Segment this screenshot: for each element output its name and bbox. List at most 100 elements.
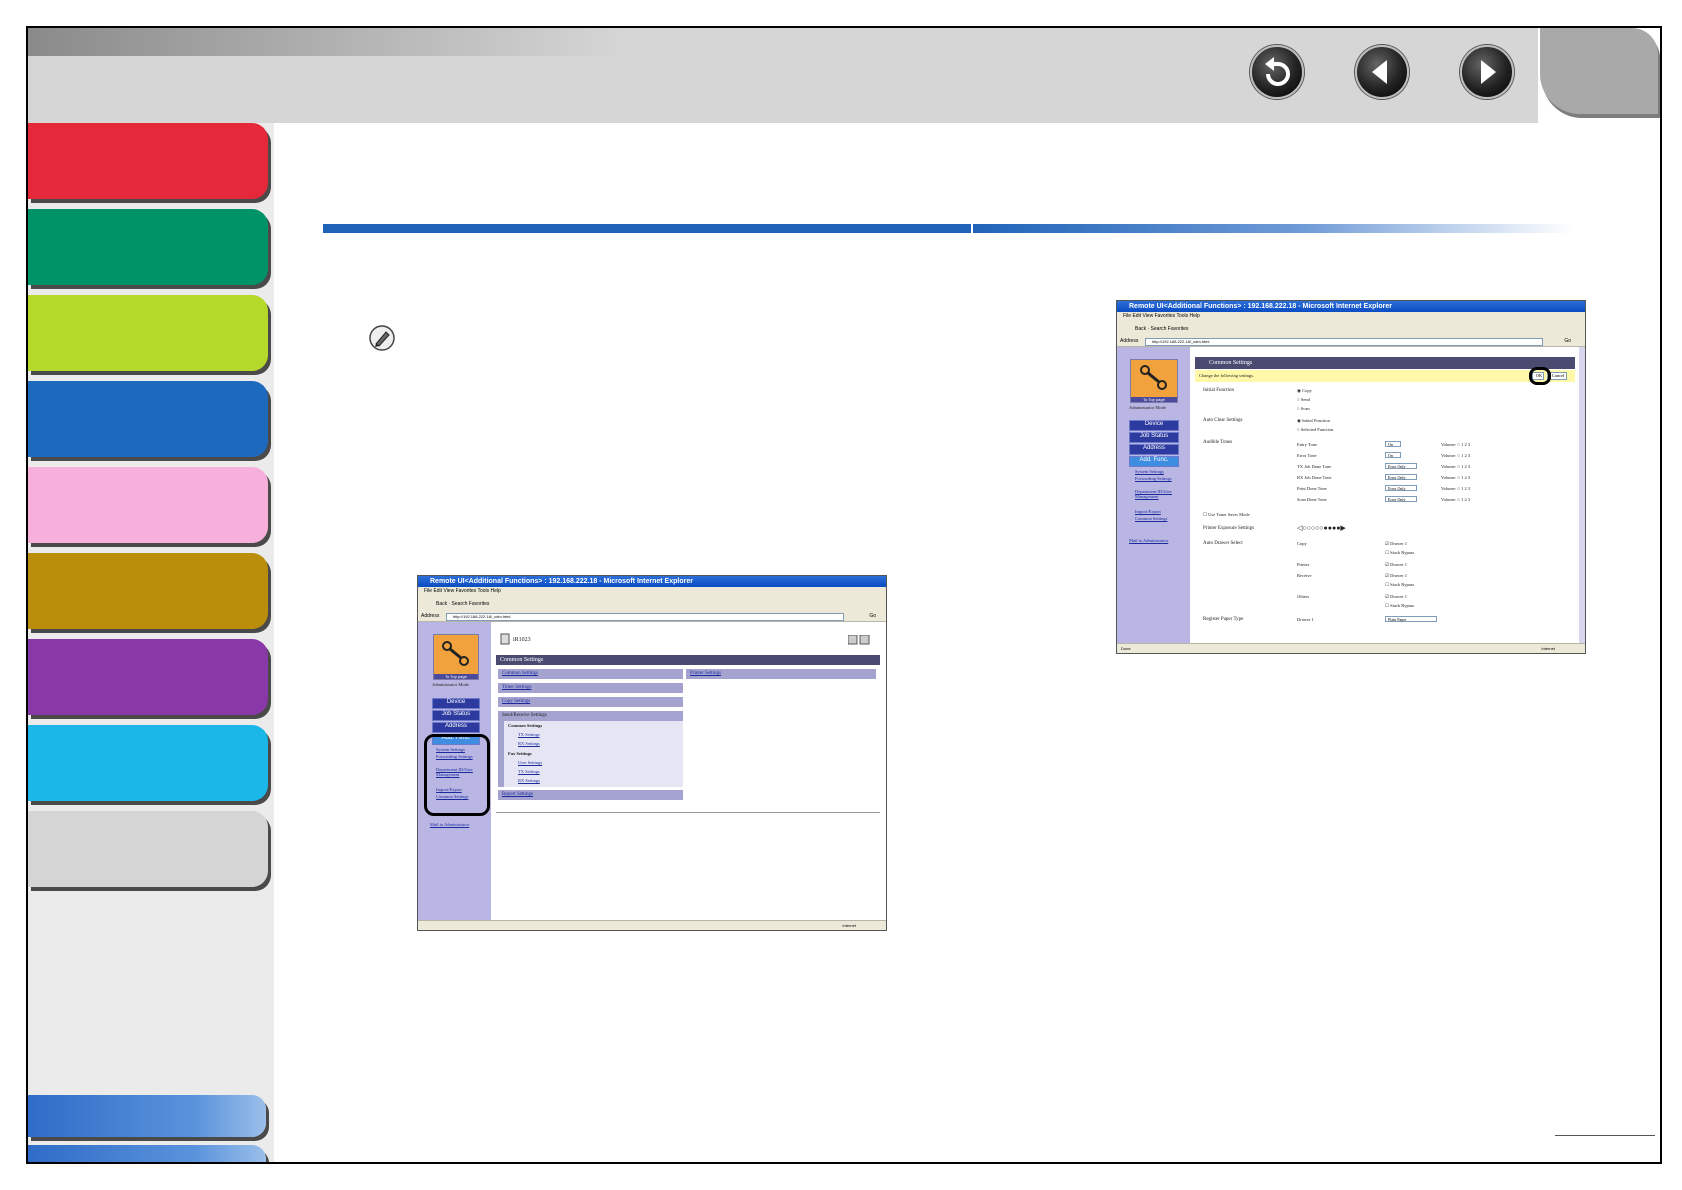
drawer-option: ☑ Drawer 1	[1385, 594, 1408, 599]
address-field: http://192.168.222.18/_cdm.html	[446, 613, 844, 621]
initial-function-send: ○ Send	[1297, 397, 1310, 402]
remote-ui-logo: To Top page	[433, 634, 479, 680]
exposure-slider: ◁○○○○○●●●●▶	[1297, 524, 1346, 532]
volume-levels: 1 2 3	[1461, 453, 1471, 458]
drawer-group-receive: Receive	[1297, 573, 1312, 578]
option-label: Selected Function	[1300, 427, 1334, 432]
address-field: http://192.168.222.18/_cdm.html	[1145, 338, 1543, 346]
initial-function-scan: ○ Scan	[1297, 406, 1310, 411]
option-label: Scan	[1300, 406, 1310, 411]
common-rx-link: RX Settings	[518, 741, 540, 746]
chapter-tab-3[interactable]	[28, 295, 268, 371]
nav-device: Device	[432, 698, 480, 709]
volume-label: Volume:	[1441, 475, 1457, 480]
toolbar: Back · Search Favorites	[1117, 321, 1585, 338]
device-logo-icon	[442, 641, 469, 666]
timer-settings-bar: Timer Settings	[498, 683, 683, 693]
nav-address: Address	[432, 722, 480, 733]
printer-icon	[500, 633, 510, 645]
volume-levels: 1 2 3	[1461, 497, 1471, 502]
heading-rule-left	[323, 224, 971, 233]
page-corner-tab[interactable]	[1540, 28, 1658, 114]
mail-to-admin-link: Mail to Administrator	[1129, 538, 1169, 543]
link-import-export: Import/Export	[1135, 509, 1161, 514]
nav-add-func: Add. Func.	[1129, 456, 1179, 467]
chapter-sidebar	[28, 123, 274, 1162]
volume-label: Volume:	[1441, 464, 1457, 469]
volume-row: Volume: ○ 1 2 3	[1441, 442, 1471, 447]
chapter-tab-7[interactable]	[28, 639, 268, 715]
menu-bar: File Edit View Favorites Tools Help	[418, 587, 886, 596]
volume-row: Volume: ○ 1 2 3	[1441, 497, 1471, 502]
status-zone: Internet	[842, 923, 856, 928]
index-tab[interactable]	[28, 1145, 266, 1162]
nav-job-status: Job Status	[1129, 432, 1179, 443]
previous-page-button[interactable]	[1355, 45, 1409, 99]
audible-tones-label: Audible Tones	[1203, 440, 1233, 445]
option-label: Drawer 1	[1390, 594, 1408, 599]
drawer-group-printer: Printer	[1297, 562, 1310, 567]
chapter-tab-1[interactable]	[28, 123, 268, 199]
chapter-tab-4[interactable]	[28, 381, 268, 457]
volume-row: Volume: ○ 1 2 3	[1441, 453, 1471, 458]
tone-select: On	[1385, 441, 1401, 447]
page-number-rule	[1555, 1135, 1655, 1136]
left-triangle-icon	[1372, 60, 1387, 84]
return-arrow-icon	[1265, 57, 1290, 86]
top-bar-gradient	[28, 28, 628, 56]
fax-user-link: User Settings	[518, 760, 543, 765]
scrollbar	[1579, 347, 1585, 644]
address-label: Address	[1120, 338, 1139, 344]
chapter-tab-2[interactable]	[28, 209, 268, 285]
auto-clear-selected: ○ Selected Function	[1297, 427, 1334, 432]
nav-job-status: Job Status	[432, 710, 480, 721]
chapter-tab-9[interactable]	[28, 811, 268, 887]
option-label: Stack Bypass	[1390, 550, 1415, 555]
tone-name: Print Done Tone	[1297, 486, 1327, 491]
option-label: Initial Function	[1302, 418, 1330, 423]
next-page-button[interactable]	[1460, 45, 1514, 99]
window-title: Remote UI<Additional Functions> : 192.16…	[418, 576, 886, 587]
mode-label: Administrator Mode	[1129, 405, 1166, 410]
screenshot-common-settings-menu: Remote UI<Additional Functions> : 192.16…	[417, 575, 887, 931]
chapter-tab-8[interactable]	[28, 725, 268, 801]
page-title-bar: Common Settings	[1195, 357, 1575, 369]
chapter-tab-6[interactable]	[28, 553, 268, 629]
menu-bar: File Edit View Favorites Tools Help	[1117, 312, 1585, 321]
register-paper-label: Register Paper Type	[1203, 617, 1244, 622]
auto-clear-initial: ◉ Initial Function	[1297, 418, 1330, 423]
toner-saver-checkbox: ☐ Use Toner Saver Mode	[1203, 512, 1250, 517]
option-label: Stack Bypass	[1390, 603, 1415, 608]
tone-name: TX Job Done Tone	[1297, 464, 1332, 469]
auto-clear-label: Auto Clear Settings	[1203, 418, 1243, 423]
drawer-group-copy: Copy	[1297, 541, 1307, 546]
volume-label: Volume:	[1441, 497, 1457, 502]
status-zone: Internet	[1541, 646, 1555, 651]
fax-subheading: Fax Settings	[508, 751, 532, 756]
status-done: Done	[1121, 646, 1131, 651]
tone-select: On	[1385, 452, 1401, 458]
back-button[interactable]	[1250, 45, 1304, 99]
send-receive-bar: Send/Receive Settings	[498, 711, 683, 721]
nav-device: Device	[1129, 420, 1179, 431]
refresh-help-icons	[848, 635, 870, 645]
drawer-option: ☑ Drawer 1	[1385, 573, 1408, 578]
drawer-select-label: Auto Drawer Select	[1203, 541, 1243, 546]
chapter-tab-5[interactable]	[28, 467, 268, 543]
contents-tab[interactable]	[28, 1095, 266, 1137]
drawer-option: ☑ Drawer 1	[1385, 562, 1408, 567]
address-bar: Address http://192.168.222.18/_cdm.html …	[1117, 337, 1585, 347]
mode-label: Administrator Mode	[432, 682, 469, 687]
option-label: Drawer 1	[1390, 541, 1408, 546]
option-label: Send	[1300, 397, 1310, 402]
section-title-bar: Common Settings	[496, 655, 880, 665]
volume-row: Volume: ○ 1 2 3	[1441, 475, 1471, 480]
remote-ui-nav: To Top page Administrator Mode Device Jo…	[1117, 347, 1190, 644]
window-title: Remote UI<Additional Functions> : 192.16…	[1117, 301, 1585, 312]
tone-name: Scan Done Tone	[1297, 497, 1327, 502]
volume-row: Volume: ○ 1 2 3	[1441, 486, 1471, 491]
link-common-settings: Common Settings	[1135, 516, 1168, 521]
initial-function-copy: ◉ Copy	[1297, 388, 1312, 393]
tone-select: Error Only	[1385, 474, 1417, 480]
ok-highlight-ring	[1529, 367, 1551, 385]
